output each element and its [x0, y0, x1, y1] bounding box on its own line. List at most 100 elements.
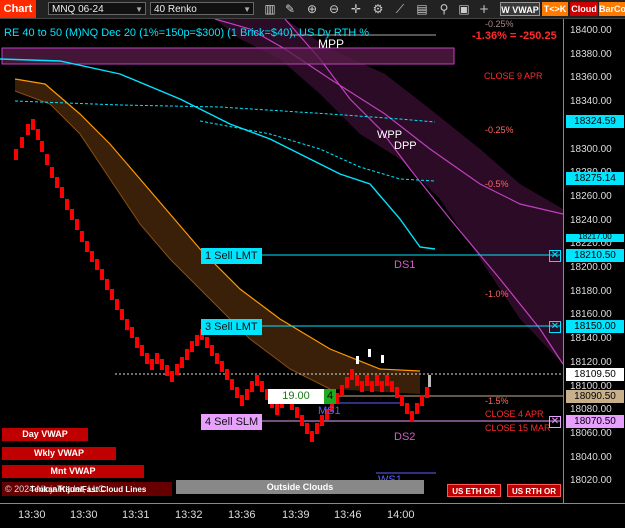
price-tick-label: 18060.00: [570, 427, 612, 439]
renko-down-bar: [150, 359, 154, 370]
dpp-label: DPP: [394, 140, 417, 152]
percent-change: -1.36% = -250.25: [472, 30, 557, 42]
barco-button[interactable]: BarCo: [599, 2, 625, 16]
renko-down-bar: [345, 377, 349, 388]
renko-down-bar: [255, 375, 259, 386]
price-tick-label: 18360.00: [570, 72, 612, 84]
renko-down-bar: [410, 411, 414, 422]
renko-down-bar: [31, 119, 35, 130]
renko-down-bar: [365, 375, 369, 386]
renko-down-bar: [90, 251, 94, 262]
instrument-selector[interactable]: MNQ 06-24 ▼: [48, 2, 146, 15]
renko-down-bar: [275, 404, 279, 415]
renko-down-bar: [390, 381, 394, 392]
renko-down-bar: [75, 219, 79, 230]
price-tick-label: 18240.00: [570, 214, 612, 226]
time-tick-label: 13:31: [122, 509, 150, 521]
renko-down-bar: [230, 379, 234, 390]
time-tick-label: 13:32: [175, 509, 203, 521]
bar-chart-icon[interactable]: ▥: [262, 1, 278, 17]
crosshair-icon[interactable]: ✛: [348, 1, 364, 17]
price-tick-label: 18300.00: [570, 143, 612, 155]
cloud-button[interactable]: Cloud: [570, 2, 598, 16]
pct-ghost-label: -0.25%: [485, 19, 514, 29]
renko-down-bar: [245, 389, 249, 400]
renko-down-bar: [315, 423, 319, 434]
renko-down-bar: [110, 289, 114, 300]
mpp-box: [1, 47, 455, 65]
renko-down-bar: [415, 403, 419, 414]
cancel-order-3-icon[interactable]: ✕: [549, 321, 561, 333]
image-icon[interactable]: ▤: [414, 1, 430, 17]
time-tick-label: 13:36: [228, 509, 256, 521]
cyan-price-tag-2: 18275.14: [566, 172, 624, 185]
lock-icon[interactable]: ▣: [456, 1, 472, 17]
position-qty-box[interactable]: 4: [324, 389, 336, 404]
order-label-4[interactable]: 4 Sell SLM: [201, 414, 263, 430]
zoom-in-icon[interactable]: ⊕: [304, 1, 320, 17]
order-label-3[interactable]: 3 Sell LMT: [201, 319, 262, 335]
renko-down-bar: [145, 353, 149, 364]
chart-trader-icon[interactable]: ⚲: [436, 1, 452, 17]
renko-down-bar: [215, 353, 219, 364]
settings-icon[interactable]: ✎: [282, 1, 298, 17]
chart-tab[interactable]: Chart: [0, 0, 36, 18]
tk-button[interactable]: T<>K: [542, 2, 568, 16]
renko-up-bar: [356, 356, 359, 364]
pct-15-label: -1.5%: [485, 396, 509, 406]
price-tick-label: 18200.00: [570, 262, 612, 273]
chart-panel[interactable]: RE 40 to 50 (M)NQ Dec 20 (1%=150p=$300) …: [0, 19, 563, 503]
renko-down-bar: [85, 241, 89, 252]
price-tick-label: 18160.00: [570, 309, 612, 321]
order-label-1[interactable]: 1 Sell LMT: [201, 248, 262, 264]
cloud-lines-label: Tenkan/Kijun/Fast Cloud Lines: [30, 485, 147, 494]
renko-down-bar: [170, 371, 174, 382]
cancel-order-1-icon[interactable]: ✕: [549, 250, 561, 262]
renko-down-bar: [400, 395, 404, 406]
position-price-tag: 18090.50: [566, 390, 624, 403]
plus-icon[interactable]: +: [476, 1, 492, 17]
us-rth-or-button[interactable]: US RTH OR: [507, 484, 561, 497]
outside-clouds-button[interactable]: Outside Clouds: [176, 480, 424, 494]
renko-down-bar: [395, 387, 399, 398]
cancel-order-4-icon[interactable]: ✕: [549, 416, 561, 428]
strategy-icon[interactable]: ⚙: [370, 1, 386, 17]
time-tick-label: 13:30: [18, 509, 46, 521]
renko-down-bar: [250, 381, 254, 392]
price-tick-label: 18140.00: [570, 333, 612, 345]
wkly-vwap-button[interactable]: Wkly VWAP: [2, 447, 116, 460]
renko-down-bar: [50, 167, 54, 178]
renko-down-bar: [350, 369, 354, 380]
renko-down-bar: [370, 381, 374, 392]
renko-up-bar: [428, 375, 431, 387]
ds1-label: DS1: [394, 259, 416, 271]
bar-type-selector[interactable]: 40 Renko ▼: [150, 2, 254, 15]
renko-down-bar: [65, 199, 69, 210]
renko-down-bar: [340, 385, 344, 396]
partial-price-tag: 18217.00: [566, 234, 624, 242]
us-eth-or-button[interactable]: US ETH OR: [447, 484, 501, 497]
renko-down-bar: [310, 431, 314, 442]
w-vwap-button[interactable]: W VWAP: [500, 2, 540, 16]
time-tick-label: 13:39: [282, 509, 310, 521]
instrument-selector-label: MNQ 06-24: [52, 4, 104, 15]
cyan-price-tag-1: 18324.59: [566, 115, 624, 128]
renko-down-bar: [375, 375, 379, 386]
mpp-label: MPP: [318, 37, 345, 51]
price-tick-label: 18380.00: [570, 48, 612, 60]
mnt-vwap-button[interactable]: Mnt VWAP: [2, 465, 144, 478]
renko-down-bar: [95, 259, 99, 270]
position-price-box[interactable]: 19.00: [268, 389, 324, 404]
renko-down-bar: [175, 364, 179, 375]
drawing-tools-icon[interactable]: ⟋: [392, 1, 408, 17]
price-tick-label: 18340.00: [570, 96, 612, 108]
renko-down-bar: [135, 337, 139, 348]
renko-down-bar: [14, 149, 18, 160]
renko-down-bar: [165, 365, 169, 376]
zoom-out-icon[interactable]: ⊖: [326, 1, 342, 17]
price-axis[interactable]: 18400.0018380.0018360.0018340.0018320.00…: [563, 19, 625, 503]
price-tick-label: 18020.00: [570, 475, 612, 487]
renko-down-bar: [210, 345, 214, 356]
day-vwap-button[interactable]: Day VWAP: [2, 428, 88, 441]
time-axis[interactable]: 13:30 13:30 13:31 13:32 13:36 13:39 13:46 14:00: [0, 503, 625, 528]
